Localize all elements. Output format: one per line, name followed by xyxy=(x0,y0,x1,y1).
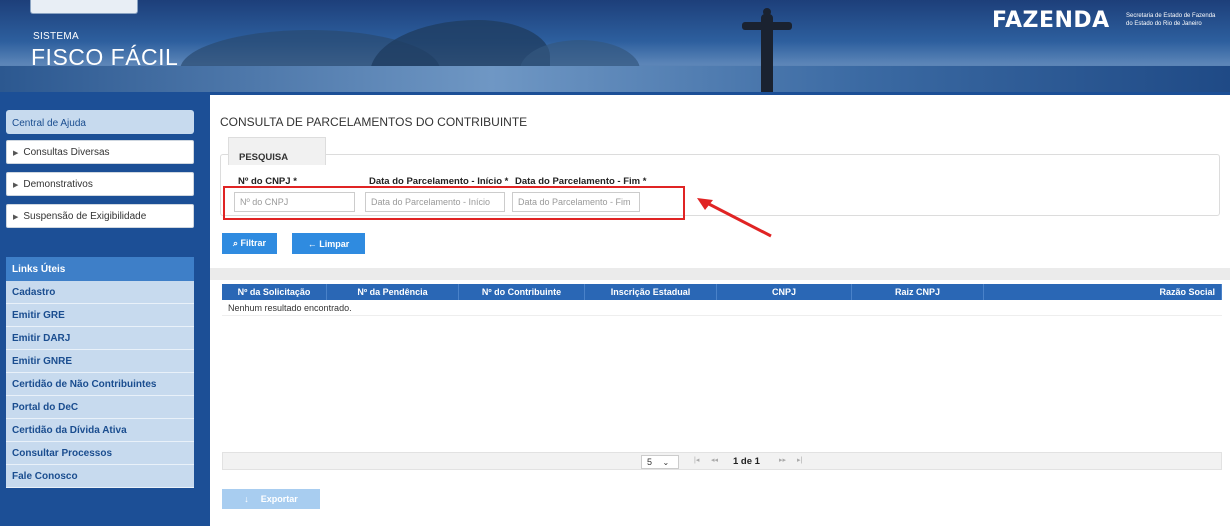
col-header[interactable]: Raiz CNPJ xyxy=(852,284,984,300)
sidebar-item-demonstrativos[interactable]: ▶ Demonstrativos xyxy=(6,172,194,196)
sidebar-item-consultas[interactable]: ▶ Consultas Diversas xyxy=(6,140,194,164)
highlight-box xyxy=(223,186,685,220)
banner-water xyxy=(0,66,1230,92)
system-name: FISCO FÁCIL xyxy=(31,44,179,70)
link-consultar-processos[interactable]: Consultar Processos xyxy=(6,442,194,465)
page-info: 1 de 1 xyxy=(733,456,760,467)
page-title: CONSULTA DE PARCELAMENTOS DO CONTRIBUINT… xyxy=(220,115,528,129)
christ-statue-image xyxy=(742,8,792,92)
last-page-icon[interactable]: ▸| xyxy=(797,456,802,464)
clear-icon: ← xyxy=(307,238,317,249)
fazenda-logo: FAZENDA xyxy=(992,8,1110,33)
top-tab[interactable] xyxy=(30,0,138,14)
col-header[interactable]: Nº do Contribuinte xyxy=(459,284,585,300)
caret-right-icon: ▶ xyxy=(13,214,19,221)
col-header[interactable]: Nº da Solicitação xyxy=(222,284,327,300)
clear-button[interactable]: ← Limpar xyxy=(292,233,365,254)
sidebar: Central de Ajuda ▶ Consultas Diversas ▶ De… xyxy=(6,110,194,236)
help-center-link[interactable]: Central de Ajuda xyxy=(6,110,194,134)
first-page-icon[interactable]: |◂ xyxy=(694,456,699,464)
table-header: Nº da Solicitação Nº da Pendência Nº do … xyxy=(222,284,1222,300)
page-size-select[interactable]: 5 ⌄ xyxy=(641,455,679,469)
prev-page-icon[interactable]: ◂◂ xyxy=(711,456,718,464)
col-header[interactable]: Razão Social xyxy=(984,284,1222,300)
next-page-icon[interactable]: ▸▸ xyxy=(779,456,786,464)
red-arrow-icon xyxy=(697,198,772,238)
export-button[interactable]: ↓ Exportar xyxy=(222,489,320,509)
useful-links: Links Úteis Cadastro Emitir GRE Emitir D… xyxy=(6,257,194,488)
sidebar-item-suspensao[interactable]: ▶ Suspensão de Exigibilidade xyxy=(6,204,194,228)
link-emitir-darj[interactable]: Emitir DARJ xyxy=(6,327,194,350)
tab-pesquisa[interactable]: PESQUISA xyxy=(228,137,326,165)
export-icon: ↓ xyxy=(244,494,249,504)
results-table: Nº da Solicitação Nº da Pendência Nº do … xyxy=(222,284,1222,316)
chevron-down-icon: ⌄ xyxy=(662,458,670,467)
header-banner: SISTEMA FISCO FÁCIL FAZENDA Secretaria d… xyxy=(0,0,1230,92)
col-header[interactable]: Inscrição Estadual xyxy=(585,284,717,300)
caret-right-icon: ▶ xyxy=(13,150,19,157)
empty-message: Nenhum resultado encontrado. xyxy=(222,300,1222,316)
link-emitir-gre[interactable]: Emitir GRE xyxy=(6,304,194,327)
paginator: 5 ⌄ |◂ ◂◂ 1 de 1 ▸▸ ▸| xyxy=(222,452,1222,470)
link-certidao-divida-ativa[interactable]: Certidão da Dívida Ativa xyxy=(6,419,194,442)
link-fale-conosco[interactable]: Fale Conosco xyxy=(6,465,194,488)
divider xyxy=(210,268,1230,280)
search-icon: ⌕ xyxy=(232,238,238,248)
link-certidao-nao-contribuintes[interactable]: Certidão de Não Contribuintes xyxy=(6,373,194,396)
caret-right-icon: ▶ xyxy=(13,182,19,189)
link-emitir-gnre[interactable]: Emitir GNRE xyxy=(6,350,194,373)
link-portal-dec[interactable]: Portal do DeC xyxy=(6,396,194,419)
useful-links-title: Links Úteis xyxy=(6,257,194,281)
main-content: CONSULTA DE PARCELAMENTOS DO CONTRIBUINT… xyxy=(210,95,1230,526)
system-label: SISTEMA xyxy=(33,31,79,42)
agency-subtitle: Secretaria de Estado de Fazenda do Estad… xyxy=(1126,13,1216,27)
link-cadastro[interactable]: Cadastro xyxy=(6,281,194,304)
col-header[interactable]: Nº da Pendência xyxy=(327,284,459,300)
col-header[interactable]: CNPJ xyxy=(717,284,852,300)
filter-button[interactable]: ⌕ Filtrar xyxy=(222,233,277,254)
